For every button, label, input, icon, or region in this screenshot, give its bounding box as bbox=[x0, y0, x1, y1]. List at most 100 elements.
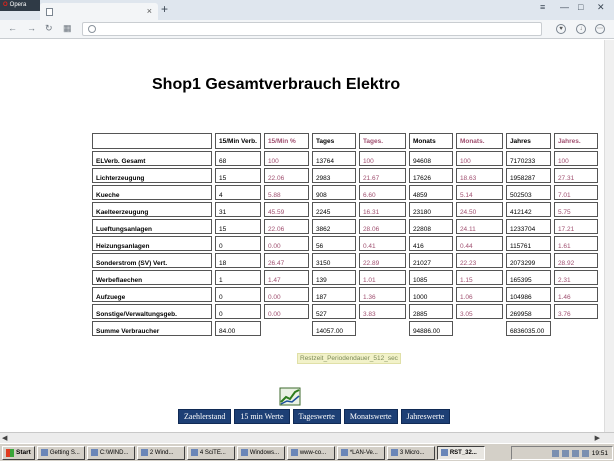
cell-monats-pct: 3.05 bbox=[455, 304, 503, 319]
nav-tageswerte-button[interactable]: Tageswerte bbox=[292, 409, 341, 424]
sum-blank bbox=[456, 321, 503, 336]
row-label: Lichterzeugung bbox=[92, 168, 212, 183]
table-row: Aufzuege 0 0.00 187 1.36 1000 1.06 104986 1.46 bbox=[92, 287, 598, 302]
bookmark-heart-icon[interactable]: ♥ bbox=[556, 24, 566, 34]
table-row: ELVerb. Gesamt 68 100 13764 100 94608 100 71702… bbox=[92, 151, 598, 166]
table-row: Sonderstrom (SV) Vert. 18 26.47 3150 22.89 21… bbox=[92, 253, 598, 268]
cell-min-verb: 0 bbox=[215, 287, 261, 302]
opera-logo-icon: O bbox=[3, 2, 8, 8]
nav-jahreswerte-button[interactable]: Jahreswerte bbox=[400, 409, 451, 424]
table-row: Kaelteerzeugung 31 45.59 2245 16.31 23180 24.5… bbox=[92, 202, 598, 217]
cell-monats-pct: 1.06 bbox=[455, 287, 503, 302]
cell-monats: 17626 bbox=[408, 168, 453, 183]
nav-zaehlerstand-button[interactable]: Zaehlerstand bbox=[178, 409, 232, 424]
new-tab-icon[interactable]: + bbox=[161, 2, 168, 16]
cell-min-pct: 5.88 bbox=[263, 185, 309, 200]
header-15min-verb: 15/Min Verb. bbox=[215, 133, 261, 149]
tray-icon[interactable] bbox=[561, 449, 569, 457]
opera-menu-label: Opera bbox=[9, 2, 27, 8]
cell-monats-pct: 100 bbox=[455, 151, 503, 166]
taskbar-item-label: Getting S... bbox=[49, 449, 80, 456]
minimize-icon[interactable]: — bbox=[560, 2, 569, 12]
close-window-icon[interactable]: ✕ bbox=[597, 2, 605, 13]
cell-min-pct: 0.00 bbox=[263, 287, 309, 302]
start-label: Start bbox=[16, 449, 31, 456]
tab-menu-icon[interactable]: ≡ bbox=[540, 2, 545, 12]
nav-15min-button[interactable]: 15 min Werte bbox=[234, 409, 290, 424]
sum-tages: 14057.00 bbox=[311, 321, 356, 336]
restzeit-label: Restzeit_Periodendauer_512_sec bbox=[297, 353, 401, 364]
clock: 19:51 bbox=[591, 449, 608, 457]
cell-min-pct: 1.47 bbox=[263, 270, 309, 285]
cell-monats-pct: 1.15 bbox=[455, 270, 503, 285]
sum-jahres: 6836035.00 bbox=[505, 321, 551, 336]
browser-tab[interactable]: × bbox=[40, 3, 158, 20]
cell-min-verb: 18 bbox=[215, 253, 261, 268]
sum-blank bbox=[359, 321, 406, 336]
settings-icon[interactable]: ⋯ bbox=[595, 24, 605, 34]
cell-jahres: 269958 bbox=[505, 304, 551, 319]
page-info-icon[interactable] bbox=[88, 25, 96, 33]
tray-icon[interactable] bbox=[551, 449, 559, 457]
cell-jahres: 2073299 bbox=[505, 253, 551, 268]
taskbar-item[interactable]: C:\WIND... bbox=[86, 445, 135, 460]
cell-monats: 21027 bbox=[408, 253, 453, 268]
row-label: Heizungsanlagen bbox=[92, 236, 212, 251]
taskbar-item[interactable]: www-co... bbox=[286, 445, 335, 460]
sum-blank bbox=[264, 321, 309, 336]
tab-close-icon[interactable]: × bbox=[147, 6, 152, 16]
tray-icon[interactable] bbox=[571, 449, 579, 457]
taskbar-item[interactable]: Getting S... bbox=[36, 445, 85, 460]
cell-tages: 13764 bbox=[311, 151, 356, 166]
download-icon[interactable]: ↓ bbox=[576, 24, 586, 34]
taskbar-item[interactable]: *LAN-Ve... bbox=[336, 445, 385, 460]
cell-tages-pct: 6.60 bbox=[358, 185, 406, 200]
app-icon bbox=[390, 449, 398, 456]
system-tray: 19:51 bbox=[511, 446, 613, 460]
back-icon[interactable]: ← bbox=[8, 23, 17, 33]
cell-min-verb: 1 bbox=[215, 270, 261, 285]
chart-icon[interactable] bbox=[279, 386, 301, 406]
cell-tages: 527 bbox=[311, 304, 356, 319]
cell-tages-pct: 1.01 bbox=[358, 270, 406, 285]
cell-min-verb: 31 bbox=[215, 202, 261, 217]
cell-min-pct: 45.59 bbox=[263, 202, 309, 217]
cell-tages-pct: 1.36 bbox=[358, 287, 406, 302]
header-15min-pct: 15/Min % bbox=[263, 133, 309, 149]
scroll-right-icon[interactable]: ▶ bbox=[595, 434, 600, 442]
cell-jahres-pct: 7.01 bbox=[553, 185, 598, 200]
reload-icon[interactable]: ↻ bbox=[45, 23, 53, 34]
cell-monats: 1085 bbox=[408, 270, 453, 285]
app-icon bbox=[240, 449, 248, 456]
browser-titlebar: O Opera × + ≡ — □ ✕ bbox=[0, 0, 614, 20]
taskbar-item-label: C:\WIND... bbox=[99, 449, 129, 456]
opera-menu-button[interactable]: O Opera bbox=[0, 0, 40, 11]
app-icon bbox=[440, 449, 448, 456]
cell-tages: 908 bbox=[311, 185, 356, 200]
scroll-left-icon[interactable]: ◀ bbox=[2, 434, 7, 442]
taskbar-item-label: RST_32... bbox=[449, 449, 477, 456]
sum-row: Summe Verbraucher 84.00 14057.00 94886.00 68… bbox=[92, 321, 598, 336]
start-button[interactable]: Start bbox=[2, 445, 35, 460]
taskbar-item[interactable]: 3 Micro... bbox=[386, 445, 435, 460]
vertical-scrollbar[interactable] bbox=[604, 40, 614, 433]
horizontal-scrollbar[interactable]: ◀ ▶ bbox=[0, 432, 614, 443]
row-label: ELVerb. Gesamt bbox=[92, 151, 212, 166]
speed-dial-icon[interactable]: ▦ bbox=[63, 23, 72, 34]
url-input[interactable] bbox=[82, 22, 542, 36]
cell-monats-pct: 22.23 bbox=[455, 253, 503, 268]
forward-icon[interactable]: → bbox=[27, 23, 36, 33]
taskbar-item[interactable]: 4 SciTE... bbox=[186, 445, 235, 460]
taskbar-item[interactable]: 2 Wind... bbox=[136, 445, 185, 460]
maximize-icon[interactable]: □ bbox=[578, 2, 583, 12]
tray-icon[interactable] bbox=[581, 449, 589, 457]
table-header-row: 15/Min Verb. 15/Min % Tages Tages. Monat… bbox=[92, 133, 598, 149]
nav-monatswerte-button[interactable]: Monatswerte bbox=[343, 409, 398, 424]
cell-monats: 94608 bbox=[408, 151, 453, 166]
cell-monats: 416 bbox=[408, 236, 453, 251]
taskbar-item[interactable]: Windows... bbox=[236, 445, 285, 460]
cell-tages-pct: 3.83 bbox=[358, 304, 406, 319]
cell-tages-pct: 21.67 bbox=[358, 168, 406, 183]
taskbar-item[interactable]: RST_32... bbox=[436, 445, 485, 460]
cell-tages: 187 bbox=[311, 287, 356, 302]
